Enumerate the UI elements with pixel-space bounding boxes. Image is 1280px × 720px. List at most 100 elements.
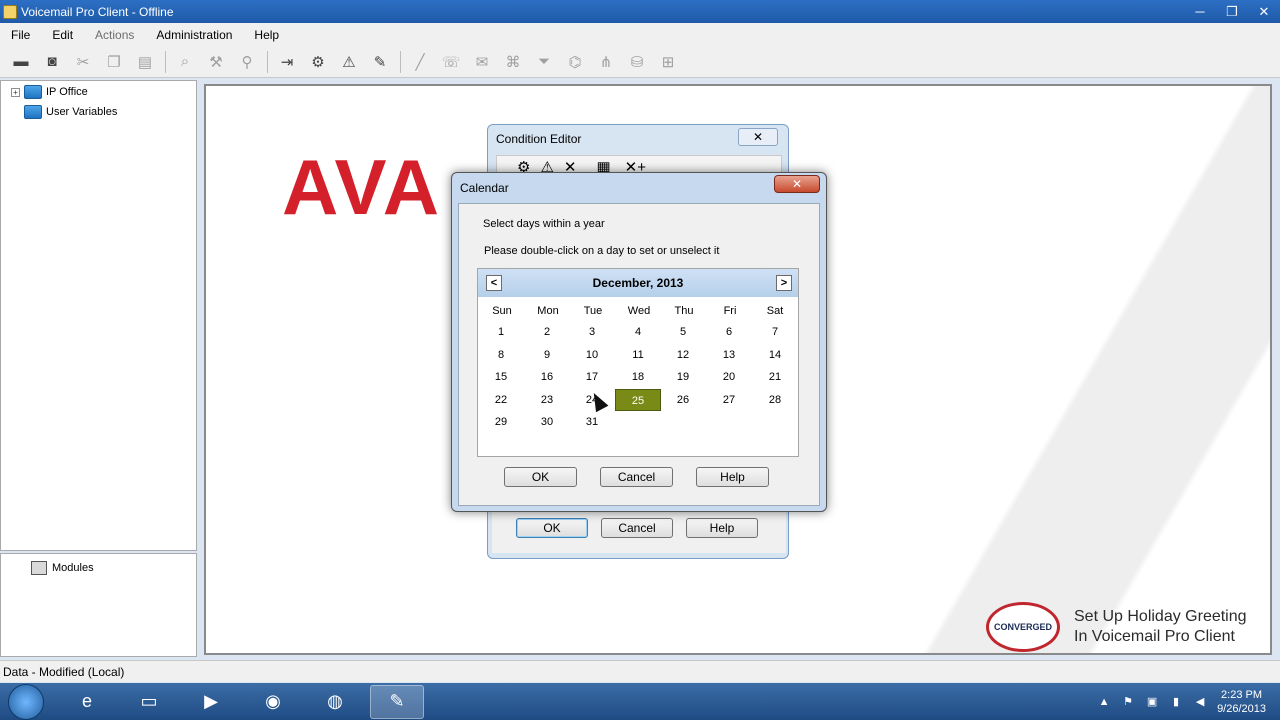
calendar-day[interactable]: 18 — [615, 366, 661, 388]
modules-pane: Modules — [0, 553, 197, 657]
calendar-day[interactable]: 22 — [478, 389, 524, 411]
calendar-day[interactable]: 14 — [752, 344, 798, 366]
background-graphic — [890, 86, 1270, 653]
cut-icon[interactable]: ✂ — [72, 51, 94, 73]
prev-month-button[interactable]: < — [486, 275, 502, 291]
handshake-icon[interactable]: ⌬ — [564, 51, 586, 73]
tools-icon[interactable]: ⚒ — [205, 51, 227, 73]
media-player-icon[interactable]: ▶ — [184, 685, 238, 719]
calendar-day[interactable]: 20 — [706, 366, 752, 388]
folder-icon — [24, 85, 42, 99]
modules-icon — [31, 561, 47, 575]
connector-icon[interactable]: ╱ — [409, 51, 431, 73]
chrome-icon[interactable]: ◉ — [246, 685, 300, 719]
converged-logo: CONVERGED — [986, 602, 1060, 652]
find-icon[interactable]: ⌕ — [174, 51, 196, 73]
calendar-day[interactable]: 3 — [569, 321, 615, 343]
calendar-day[interactable]: 29 — [478, 411, 524, 433]
calendar-day[interactable]: 27 — [706, 389, 752, 411]
calendar-day[interactable]: 17 — [569, 366, 615, 388]
weekday-label: Wed — [627, 305, 651, 317]
database-icon[interactable]: ⛁ — [626, 51, 648, 73]
tree-item-ip-office[interactable]: + IP Office — [11, 85, 88, 99]
condition-cancel-button[interactable]: Cancel — [601, 518, 673, 538]
start-button[interactable] — [8, 683, 44, 720]
calendar-day[interactable]: 10 — [569, 344, 615, 366]
title-bar: Voicemail Pro Client - Offline ─ ❐ ✕ — [0, 0, 1280, 23]
calendar-day[interactable]: 30 — [524, 411, 570, 433]
copy-icon[interactable]: ❐ — [103, 51, 125, 73]
menu-help[interactable]: Help — [243, 28, 290, 42]
internet-explorer-icon[interactable]: e — [60, 685, 114, 719]
paste-icon[interactable]: ▤ — [134, 51, 156, 73]
calendar-day[interactable]: 5 — [660, 321, 706, 343]
calendar-day[interactable]: 15 — [478, 366, 524, 388]
action-center-icon[interactable]: ⚑ — [1121, 695, 1135, 709]
calendar-day[interactable]: 16 — [524, 366, 570, 388]
branch-icon[interactable]: ⋔ — [595, 51, 617, 73]
save-icon[interactable]: ▬ — [10, 51, 32, 73]
menu-actions[interactable]: Actions — [84, 28, 145, 42]
clock[interactable]: 2:23 PM 9/26/2013 — [1217, 688, 1266, 716]
close-icon[interactable]: ✕ — [738, 128, 778, 146]
calendar-day[interactable]: 7 — [752, 321, 798, 343]
network-icon[interactable]: ⌘ — [502, 51, 524, 73]
calendar-day[interactable]: 21 — [752, 366, 798, 388]
mailbox-icon[interactable]: ✉ — [471, 51, 493, 73]
close-icon[interactable]: ✕ — [774, 175, 820, 193]
file-explorer-icon[interactable]: ▭ — [122, 685, 176, 719]
calendar-day[interactable]: 13 — [706, 344, 752, 366]
menu-administration[interactable]: Administration — [145, 28, 243, 42]
save-as-icon[interactable]: ◙ — [41, 51, 63, 73]
caption-line-1: Set Up Holiday Greeting — [1074, 608, 1247, 625]
folder-icon — [24, 105, 42, 119]
month-label: December, 2013 — [592, 276, 684, 290]
maximize-icon[interactable]: ❐ — [1216, 0, 1248, 23]
calendar-day[interactable]: 26 — [660, 389, 706, 411]
calendar-day[interactable]: 8 — [478, 344, 524, 366]
calendar-day-selected[interactable]: 25 — [615, 389, 661, 411]
calendar-ok-button[interactable]: OK — [504, 467, 577, 487]
calendar-day[interactable]: 4 — [615, 321, 661, 343]
calendar-day[interactable]: 2 — [524, 321, 570, 343]
menu-edit[interactable]: Edit — [41, 28, 84, 42]
voicemail-pro-task-icon[interactable]: ✎ — [370, 684, 424, 719]
volume-icon[interactable]: ◀ — [1193, 695, 1207, 709]
condition-help-button[interactable]: Help — [686, 518, 758, 538]
phone-icon[interactable]: ☏ — [440, 51, 462, 73]
window-title: Voicemail Pro Client - Offline — [21, 4, 174, 19]
close-icon[interactable]: ✕ — [1248, 0, 1280, 23]
show-hidden-icons-icon[interactable]: ▲ — [1097, 695, 1111, 709]
calendar-day[interactable]: 11 — [615, 344, 661, 366]
clock-date: 9/26/2013 — [1217, 702, 1266, 715]
condition-ok-button[interactable]: OK — [516, 518, 588, 538]
calendar-day[interactable]: 12 — [660, 344, 706, 366]
calendar-day[interactable]: 28 — [752, 389, 798, 411]
module-icon[interactable]: ⊞ — [657, 51, 679, 73]
tree-item-user-variables[interactable]: User Variables — [24, 105, 117, 119]
warning-icon[interactable]: ⚠ — [338, 51, 360, 73]
calendar-day[interactable]: 1 — [478, 321, 524, 343]
calendar-day[interactable]: 9 — [524, 344, 570, 366]
search-icon[interactable]: ⚲ — [236, 51, 258, 73]
network-icon[interactable]: ▮ — [1169, 695, 1183, 709]
settings-icon[interactable]: ⚙ — [307, 51, 329, 73]
tree-item-modules[interactable]: Modules — [31, 561, 94, 575]
next-month-button[interactable]: > — [776, 275, 792, 291]
calendar-body: Select days within a year Please double-… — [458, 203, 820, 506]
expand-icon[interactable]: + — [11, 87, 20, 97]
wand-icon[interactable]: ✎ — [369, 51, 391, 73]
calendar-help-button[interactable]: Help — [696, 467, 769, 487]
add-start-point-icon[interactable]: ⇥ — [276, 51, 298, 73]
calendar-day[interactable]: 31 — [569, 411, 615, 433]
calendar-day[interactable]: 23 — [524, 389, 570, 411]
device-icon[interactable]: ▣ — [1145, 695, 1159, 709]
calendar-cancel-button[interactable]: Cancel — [600, 467, 673, 487]
filter-icon[interactable]: ⏷ — [533, 51, 555, 73]
calendar-day[interactable]: 6 — [706, 321, 752, 343]
weekday-label: Tue — [583, 305, 603, 317]
minimize-icon[interactable]: ─ — [1184, 0, 1216, 23]
firefox-icon[interactable]: ◍ — [308, 685, 362, 719]
menu-file[interactable]: File — [0, 28, 41, 42]
calendar-day[interactable]: 19 — [660, 366, 706, 388]
